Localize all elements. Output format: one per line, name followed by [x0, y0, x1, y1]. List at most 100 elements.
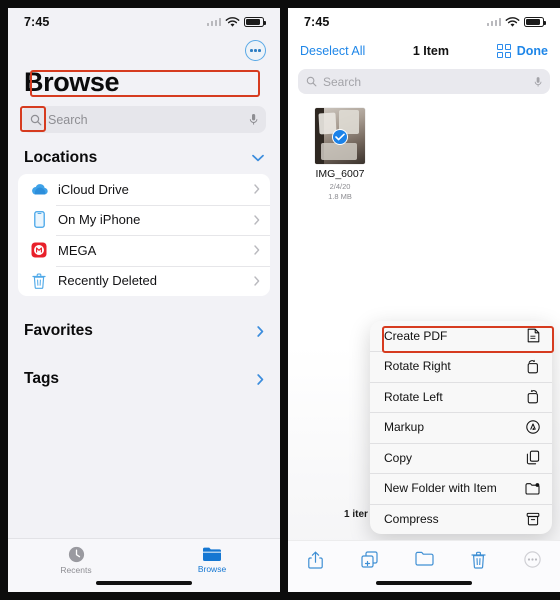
trash-icon — [28, 273, 50, 289]
status-indicators — [206, 16, 266, 28]
chevron-right-icon[interactable] — [257, 373, 264, 385]
screenshot-stage: 7:45 Browse Search Locations iCloud Driv… — [0, 0, 560, 600]
mega-icon — [28, 242, 50, 258]
left-status-bar: 7:45 — [8, 8, 280, 36]
search-input[interactable]: Search — [22, 106, 266, 133]
search-icon — [30, 114, 42, 125]
menu-item-label: Compress — [384, 511, 439, 526]
locations-list: iCloud Drive On My iPhone MEGA Recently … — [18, 174, 270, 296]
menu-item-rotate-left[interactable]: Rotate Left — [370, 381, 552, 413]
bottom-toolbar — [288, 540, 560, 592]
chevron-down-icon[interactable] — [252, 154, 264, 162]
duplicate-icon[interactable] — [342, 551, 396, 568]
file-item[interactable]: IMG_6007 2/4/20 1.8 MB — [308, 108, 372, 201]
tab-label: Browse — [197, 564, 227, 574]
rotate-right-icon — [526, 359, 540, 374]
status-time: 7:45 — [304, 15, 330, 29]
battery-icon — [524, 17, 546, 27]
sidebar-item-tags[interactable]: Tags — [8, 356, 280, 388]
status-time: 7:45 — [24, 15, 50, 29]
chevron-right-icon — [254, 276, 260, 286]
clock-icon — [68, 546, 84, 563]
right-status-bar: 7:45 — [288, 8, 560, 36]
tab-recents[interactable]: Recents — [8, 546, 144, 575]
icloud-icon — [28, 183, 50, 196]
wifi-icon — [225, 16, 240, 27]
home-indicator — [96, 581, 192, 585]
chevron-right-icon — [254, 215, 260, 225]
markup-icon — [526, 420, 540, 434]
signal-icon — [206, 18, 221, 26]
file-thumbnail[interactable] — [315, 108, 365, 164]
tab-label: Recents — [60, 565, 92, 575]
search-placeholder: Search — [48, 112, 88, 127]
selection-count-label: 1 iter — [344, 509, 368, 520]
file-size: 1.8 MB — [328, 192, 352, 201]
menu-item-rotate-right[interactable]: Rotate Right — [370, 351, 552, 382]
wifi-icon — [505, 16, 520, 27]
chevron-right-icon[interactable] — [257, 325, 264, 337]
menu-item-create-pdf[interactable]: Create PDF — [370, 321, 552, 352]
menu-item-label: Markup — [384, 420, 425, 435]
more-icon[interactable] — [506, 551, 560, 568]
menu-item-copy[interactable]: Copy — [370, 442, 552, 474]
chevron-right-icon — [254, 184, 260, 194]
sidebar-item-label: MEGA — [58, 242, 97, 258]
sidebar-item-on-my-iphone[interactable]: On My iPhone — [18, 204, 270, 236]
share-icon[interactable] — [288, 551, 342, 569]
menu-item-markup[interactable]: Markup — [370, 412, 552, 443]
sidebar-item-icloud-drive[interactable]: iCloud Drive — [18, 174, 270, 205]
tab-browse[interactable]: Browse — [144, 546, 280, 574]
left-tab-bar: Recents Browse — [8, 538, 280, 592]
locations-title: Locations — [24, 149, 98, 166]
left-phone-screen: 7:45 Browse Search Locations iCloud Driv… — [8, 8, 280, 592]
menu-item-new-folder-with-item[interactable]: New Folder with Item — [370, 473, 552, 504]
menu-item-label: Copy — [384, 450, 413, 465]
chevron-right-icon — [254, 245, 260, 255]
compress-icon — [526, 512, 540, 526]
microphone-icon[interactable] — [534, 76, 542, 88]
search-input[interactable]: Search — [298, 69, 550, 94]
grid-view-icon[interactable] — [496, 43, 511, 59]
signal-icon — [486, 18, 501, 26]
check-circle-icon — [332, 129, 348, 146]
deselect-all-button[interactable]: Deselect All — [300, 44, 365, 58]
item-count-title: 1 Item — [412, 44, 449, 58]
microphone-icon[interactable] — [249, 113, 258, 126]
thumbnail-shape — [321, 143, 357, 160]
search-placeholder: Search — [323, 74, 362, 89]
menu-item-label: New Folder with Item — [384, 481, 497, 496]
home-indicator — [376, 581, 472, 585]
file-name: IMG_6007 — [315, 168, 365, 180]
sidebar-item-favorites[interactable]: Favorites — [8, 308, 280, 340]
left-toolbar — [8, 36, 280, 61]
menu-item-label: Rotate Left — [384, 389, 443, 404]
sidebar-item-mega[interactable]: MEGA — [18, 235, 270, 266]
locations-section-header[interactable]: Locations — [8, 133, 280, 174]
context-menu: Create PDF Rotate Right Rotate Left Mark… — [370, 320, 552, 535]
sidebar-item-label: Recently Deleted — [58, 273, 157, 289]
new-folder-icon — [525, 482, 540, 495]
sidebar-item-label: On My iPhone — [58, 212, 141, 228]
menu-item-compress[interactable]: Compress — [370, 503, 552, 535]
sidebar-item-recently-deleted[interactable]: Recently Deleted — [18, 265, 270, 297]
sidebar-item-label: iCloud Drive — [58, 181, 129, 197]
search-icon — [306, 76, 317, 87]
move-folder-icon[interactable] — [397, 551, 451, 566]
page-title: Browse — [24, 67, 120, 97]
status-indicators — [486, 16, 546, 28]
done-button[interactable]: Done — [517, 44, 548, 58]
file-grid: IMG_6007 2/4/20 1.8 MB — [288, 94, 560, 201]
selection-navbar: Deselect All 1 Item Done — [288, 36, 560, 66]
delete-trash-icon[interactable] — [451, 551, 505, 569]
more-circle-button[interactable] — [245, 40, 266, 61]
right-phone-screen: 7:45 Deselect All 1 Item Done Search IMG… — [288, 8, 560, 592]
tags-title: Tags — [24, 370, 60, 387]
menu-item-label: Rotate Right — [384, 359, 451, 374]
pdf-document-icon — [527, 328, 540, 343]
folder-icon — [203, 547, 221, 561]
iphone-icon — [28, 211, 50, 229]
copy-icon — [526, 450, 540, 465]
favorites-title: Favorites — [24, 322, 93, 339]
menu-item-label: Create PDF — [384, 328, 448, 343]
